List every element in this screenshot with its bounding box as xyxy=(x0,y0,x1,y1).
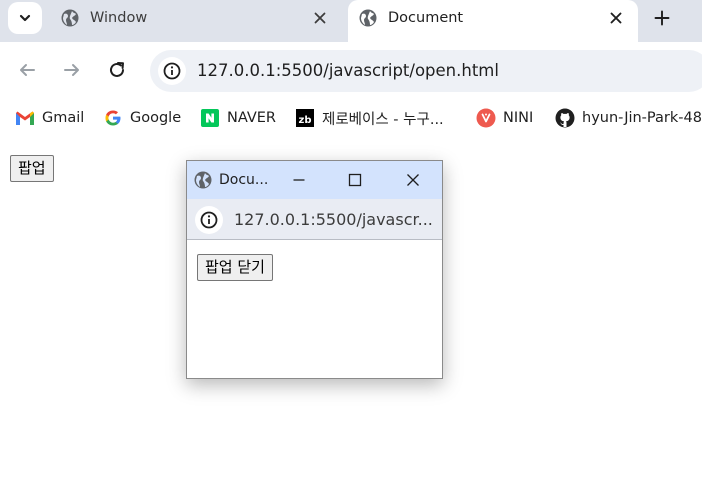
bookmark-label: 제로베이스 - 누구... xyxy=(322,111,444,128)
bookmark-github[interactable]: hyun-Jin-Park-480 xyxy=(555,107,702,129)
svg-text:zb: zb xyxy=(299,115,312,126)
tab-document[interactable]: Document xyxy=(348,0,638,42)
close-icon xyxy=(314,12,326,24)
forward-button[interactable] xyxy=(60,58,84,82)
new-tab-button[interactable] xyxy=(650,6,674,30)
bookmarks-bar: Gmail Google NAVER zb 제로베이스 - 누구... NINI xyxy=(0,100,702,136)
tab-strip: Window Document xyxy=(0,0,702,42)
chevron-down-icon xyxy=(19,14,31,22)
popup-address-bar: 127.0.0.1:5500/javascr... xyxy=(187,199,442,240)
bookmark-label: Google xyxy=(130,110,182,126)
popup-title: Docu... xyxy=(219,172,269,188)
reload-icon xyxy=(110,62,124,77)
arrow-left-icon xyxy=(20,64,35,76)
bookmark-label: NINI xyxy=(503,110,534,126)
site-info-button[interactable] xyxy=(195,206,223,234)
popup-content: 팝업 닫기 xyxy=(187,241,442,378)
arrow-right-icon xyxy=(64,64,79,76)
maximize-icon xyxy=(348,173,362,187)
google-icon xyxy=(103,108,123,128)
site-info-button[interactable] xyxy=(158,57,186,85)
tab-search-button[interactable] xyxy=(8,2,42,34)
plus-icon xyxy=(654,10,670,26)
bookmark-label: hyun-Jin-Park-480 xyxy=(582,110,702,126)
popup-url: 127.0.0.1:5500/javascr... xyxy=(234,210,433,229)
globe-icon xyxy=(194,171,212,189)
back-button[interactable] xyxy=(15,58,39,82)
bookmark-google[interactable]: Google xyxy=(103,107,181,129)
close-tab-button[interactable] xyxy=(310,8,330,28)
bookmark-gmail[interactable]: Gmail xyxy=(15,107,84,129)
close-popup-button[interactable]: 팝업 닫기 xyxy=(197,254,273,281)
minimize-button[interactable] xyxy=(289,170,309,190)
maximize-button[interactable] xyxy=(345,170,365,190)
close-icon xyxy=(610,12,622,24)
info-icon xyxy=(200,211,218,229)
popup-titlebar[interactable]: Docu... xyxy=(187,161,442,199)
bookmark-naver[interactable]: NAVER xyxy=(200,107,276,129)
nini-icon xyxy=(476,108,496,128)
tab-title: Window xyxy=(90,10,148,26)
info-icon xyxy=(163,62,181,80)
tab-window[interactable]: Window xyxy=(50,0,340,42)
open-popup-button[interactable]: 팝업 xyxy=(10,155,54,182)
bookmark-nini[interactable]: NINI xyxy=(476,107,533,129)
address-bar[interactable]: 127.0.0.1:5500/javascript/open.html xyxy=(150,50,702,92)
github-icon xyxy=(555,108,575,128)
bookmark-label: Gmail xyxy=(42,110,85,126)
naver-icon xyxy=(200,108,220,128)
zb-icon: zb xyxy=(295,108,315,128)
minimize-icon xyxy=(293,179,305,181)
tab-title: Document xyxy=(388,10,464,26)
bookmark-zerobase[interactable]: zb 제로베이스 - 누구... xyxy=(295,107,444,129)
gmail-icon xyxy=(15,108,35,128)
popup-window: Docu... 127.0.0.1:5500/javascr... 팝업 닫기 xyxy=(186,160,443,379)
close-window-button[interactable] xyxy=(403,170,423,190)
globe-icon xyxy=(61,9,79,27)
address-url: 127.0.0.1:5500/javascript/open.html xyxy=(197,61,499,80)
reload-button[interactable] xyxy=(105,58,129,82)
browser-toolbar: 127.0.0.1:5500/javascript/open.html xyxy=(0,42,702,100)
close-tab-button[interactable] xyxy=(606,8,626,28)
bookmark-label: NAVER xyxy=(227,110,276,126)
close-icon xyxy=(407,174,419,186)
globe-icon xyxy=(359,9,377,27)
